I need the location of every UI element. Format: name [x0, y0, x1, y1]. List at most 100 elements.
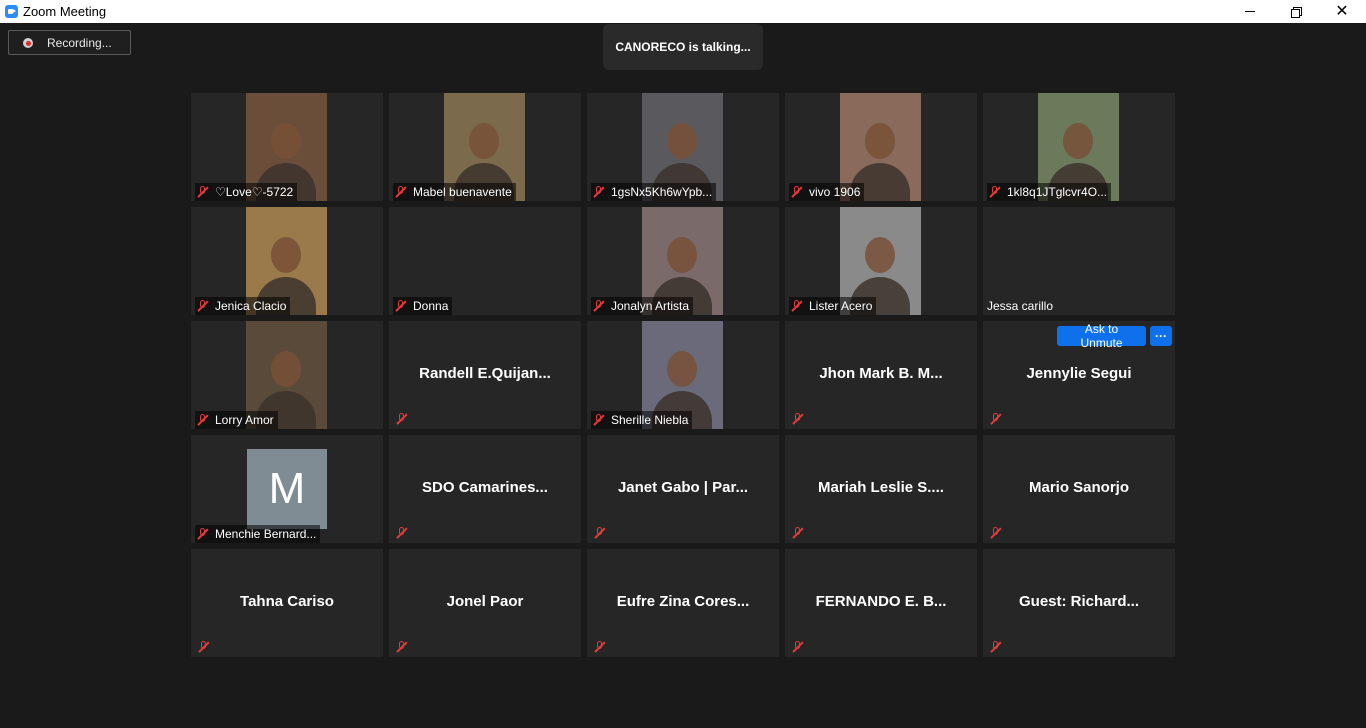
participant-name: Jennylie Segui [1026, 365, 1132, 382]
participant-name: Jhon Mark B. M... [819, 365, 943, 382]
muted-mic-icon [197, 528, 209, 540]
muted-mic-icon [792, 527, 804, 539]
muted-mic-icon [396, 527, 408, 539]
participant-name-tag: Mabel buenavente [393, 183, 516, 201]
active-speaker-text: CANORECO is talking... [615, 40, 751, 54]
participant-tile[interactable]: Donna [389, 207, 581, 315]
participant-tile[interactable]: Lister Acero [785, 207, 977, 315]
ask-to-unmute-button[interactable]: Ask to Unmute [1057, 322, 1146, 350]
participant-name: Janet Gabo | Par... [617, 479, 749, 496]
participant-tile[interactable]: Jhon Mark B. M... [785, 321, 977, 429]
participant-name: Lorry Amor [215, 413, 274, 427]
participant-name: SDO Camarines... [422, 479, 548, 496]
recording-label: Recording... [47, 36, 112, 50]
participant-tile[interactable]: Tahna Cariso [191, 549, 383, 657]
participant-head-shape [667, 123, 697, 159]
participant-tile[interactable]: ♡Love♡-5722 [191, 93, 383, 201]
participant-name: Jessa carillo [987, 299, 1054, 313]
muted-mic-icon [593, 414, 605, 426]
muted-mic-icon [197, 300, 209, 312]
participant-tile[interactable]: SDO Camarines... [389, 435, 581, 543]
participant-tile[interactable]: Sherille Niebla [587, 321, 779, 429]
close-icon: ✕ [1335, 2, 1349, 20]
minimize-icon [1245, 11, 1255, 12]
participant-head-shape [271, 237, 301, 273]
muted-mic-icon [989, 186, 1001, 198]
participant-tile[interactable]: M Menchie Bernard... [191, 435, 383, 543]
recording-indicator[interactable]: Recording... [8, 30, 131, 55]
participant-name: Donna [413, 299, 449, 313]
participant-tile[interactable]: Janet Gabo | Par... [587, 435, 779, 543]
restore-button[interactable] [1273, 0, 1319, 23]
participant-head-shape [667, 351, 697, 387]
participant-head-shape [1063, 123, 1093, 159]
record-icon [23, 38, 33, 48]
participant-name: Mariah Leslie S.... [818, 479, 944, 496]
muted-mic-icon [594, 641, 606, 653]
muted-mic-icon [197, 414, 209, 426]
muted-mic-icon [792, 413, 804, 425]
participant-name: Jenica Clacio [215, 299, 287, 313]
participant-name-tag: Lorry Amor [195, 411, 278, 429]
minimize-button[interactable] [1227, 0, 1273, 23]
avatar: M [247, 449, 327, 529]
participant-head-shape [667, 237, 697, 273]
restore-icon [1291, 6, 1302, 18]
muted-mic-icon [594, 527, 606, 539]
muted-mic-icon [593, 300, 605, 312]
muted-mic-icon [396, 641, 408, 653]
participant-name-tag: Lister Acero [789, 297, 877, 315]
participant-name: Guest: Richard... [1018, 593, 1140, 610]
participant-head-shape [865, 123, 895, 159]
participant-tile[interactable]: Lorry Amor [191, 321, 383, 429]
zoom-app-icon [5, 5, 18, 18]
participant-name-tag: Sherille Niebla [591, 411, 693, 429]
close-button[interactable]: ✕ [1319, 0, 1365, 23]
muted-mic-icon [593, 186, 605, 198]
participant-name: ♡Love♡-5722 [215, 185, 294, 199]
participant-tile[interactable]: Jennylie Segui Ask to Unmute ··· [983, 321, 1175, 429]
participant-tile[interactable]: Mario Sanorjo [983, 435, 1175, 543]
participant-name: Mario Sanorjo [1028, 479, 1129, 496]
participant-head-shape [865, 237, 895, 273]
participant-tile[interactable]: 1kl8q1JTglcvr4O... [983, 93, 1175, 201]
participant-tile[interactable]: Mariah Leslie S.... [785, 435, 977, 543]
participant-name: Tahna Cariso [240, 593, 334, 610]
participant-tile[interactable]: Jonel Paor [389, 549, 581, 657]
participant-tile[interactable]: Guest: Richard... [983, 549, 1175, 657]
participant-name-tag: Donna [393, 297, 453, 315]
participant-name: Eufre Zina Cores... [616, 593, 750, 610]
participant-name: vivo 1906 [809, 185, 861, 199]
participant-name-tag: Menchie Bernard... [195, 525, 321, 543]
participant-head-shape [271, 351, 301, 387]
active-speaker-banner: CANORECO is talking... [603, 24, 763, 70]
muted-mic-icon [197, 186, 209, 198]
participant-name: Lister Acero [809, 299, 873, 313]
participant-name-tag: Jonalyn Artista [591, 297, 694, 315]
participant-name: Randell E.Quijan... [419, 365, 551, 382]
participant-tile[interactable]: Jonalyn Artista [587, 207, 779, 315]
muted-mic-icon [990, 527, 1002, 539]
participant-head-shape [469, 123, 499, 159]
participant-name-tag: 1gsNx5Kh6wYpb... [591, 183, 717, 201]
participant-tile[interactable]: FERNANDO E. B... [785, 549, 977, 657]
muted-mic-icon [990, 641, 1002, 653]
muted-mic-icon [791, 300, 803, 312]
participant-name-tag: 1kl8q1JTglcvr4O... [987, 183, 1112, 201]
participant-name: Jonel Paor [446, 593, 524, 610]
muted-mic-icon [198, 641, 210, 653]
participant-tile[interactable]: Jessa carillo [983, 207, 1175, 315]
participant-tile[interactable]: Randell E.Quijan... [389, 321, 581, 429]
participant-name: Menchie Bernard... [215, 527, 317, 541]
participant-name: Sherille Niebla [611, 413, 689, 427]
participant-tile[interactable]: Jenica Clacio [191, 207, 383, 315]
muted-mic-icon [792, 641, 804, 653]
participant-name: 1gsNx5Kh6wYpb... [611, 185, 713, 199]
participant-tile[interactable]: 1gsNx5Kh6wYpb... [587, 93, 779, 201]
window-title-bar: Zoom Meeting ✕ [0, 0, 1366, 23]
participant-name-tag: ♡Love♡-5722 [195, 183, 298, 201]
participant-tile[interactable]: vivo 1906 [785, 93, 977, 201]
participant-tile[interactable]: Eufre Zina Cores... [587, 549, 779, 657]
participant-tile[interactable]: Mabel buenavente [389, 93, 581, 201]
more-options-button[interactable]: ··· [1150, 326, 1172, 346]
